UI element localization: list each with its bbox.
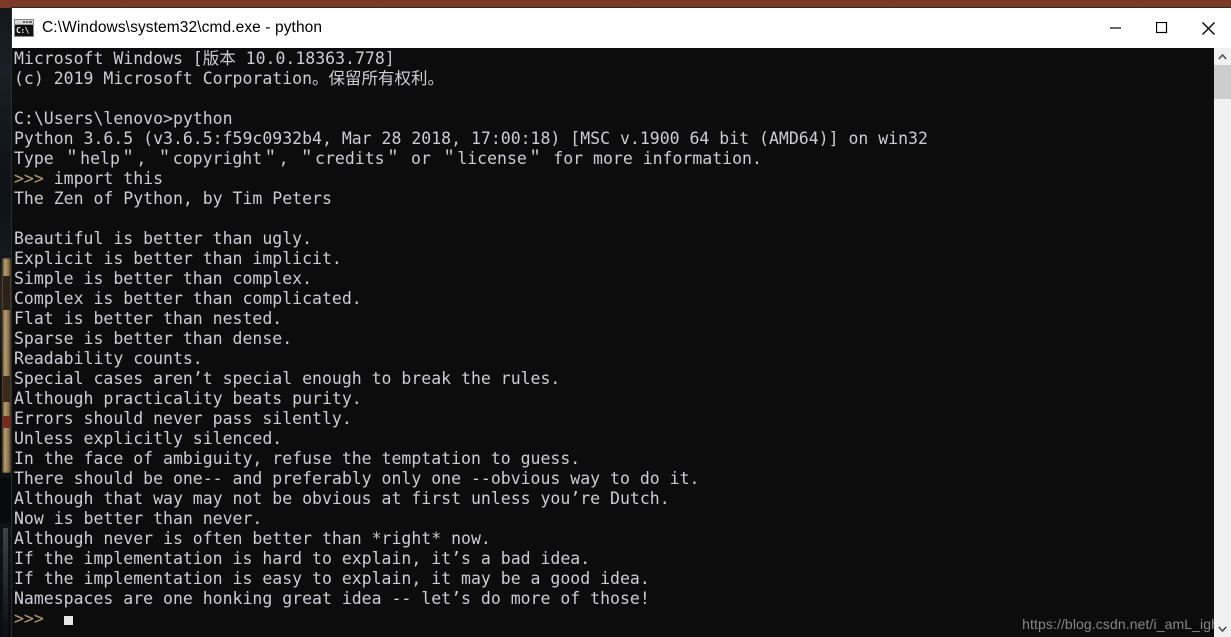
wallpaper-sliver: [0, 8, 12, 637]
console-line: Now is better than never.: [14, 509, 263, 528]
console-line: Simple is better than complex.: [14, 269, 313, 288]
console-line: Namespaces are one honking great idea --…: [14, 589, 650, 608]
console-line: Complex is better than complicated.: [14, 289, 362, 308]
console-line: Although that way may not be obvious at …: [14, 489, 670, 508]
console-line: Type ＂help＂, ＂copyright＂, ＂credits＂ or ＂…: [14, 149, 762, 168]
scroll-down-arrow[interactable]: [1214, 620, 1231, 637]
console-line: C:\Users\lenovo>python: [14, 109, 233, 128]
wallpaper-book-label-top: [3, 276, 10, 310]
console-line: Unless explicitly silenced.: [14, 429, 283, 448]
console-line: If the implementation is hard to explain…: [14, 549, 591, 568]
console-line: Python 3.6.5 (v3.6.5:f59c0932b4, Mar 28 …: [14, 129, 928, 148]
console-area[interactable]: Microsoft Windows [版本 10.0.18363.778] (c)…: [12, 48, 1231, 637]
console-line: Although practicality beats purity.: [14, 389, 362, 408]
wallpaper-dark-band: [0, 478, 12, 523]
wallpaper-book-spine: [2, 258, 11, 473]
console-line: In the face of ambiguity, refuse the tem…: [14, 449, 581, 468]
console-line: Microsoft Windows [版本 10.0.18363.778]: [14, 49, 395, 68]
close-button[interactable]: [1185, 8, 1231, 48]
block-cursor: [63, 616, 73, 625]
watermark-url: https://blog.csdn.net/i_amL_ight: [1022, 616, 1223, 632]
console-line: Readability counts.: [14, 349, 203, 368]
wallpaper-book-label-low: [3, 416, 10, 428]
console-line: Beautiful is better than ugly.: [14, 229, 313, 248]
cmd-icon-screen-text: C:\: [15, 25, 33, 36]
title-bar[interactable]: C:\ C:\Windows\system32\cmd.exe - python: [12, 8, 1231, 48]
console-line: Explicit is better than implicit.: [14, 249, 342, 268]
console-line: >>> import this: [14, 169, 164, 188]
console-line: If the implementation is easy to explain…: [14, 569, 650, 588]
console-line: Sparse is better than dense.: [14, 329, 293, 348]
console-line: Although never is often better than *rig…: [14, 529, 491, 548]
console-line: Errors should never pass silently.: [14, 409, 352, 428]
prompt-symbol: >>>: [14, 169, 54, 188]
scroll-track[interactable]: [1214, 65, 1231, 620]
wallpaper-streak: [3, 528, 8, 637]
wallpaper-book-label-mid: [3, 376, 10, 402]
console-scrollbar[interactable]: [1214, 48, 1231, 637]
scroll-thumb[interactable]: [1214, 65, 1231, 99]
maximize-button[interactable]: [1139, 8, 1185, 48]
scroll-up-arrow[interactable]: [1214, 48, 1231, 65]
cmd-window: C:\ C:\Windows\system32\cmd.exe - python…: [12, 8, 1231, 637]
cmd-console-icon: C:\: [14, 19, 34, 37]
console-line: (c) 2019 Microsoft Corporation。保留所有权利。: [14, 69, 445, 88]
window-title: C:\Windows\system32\cmd.exe - python: [42, 19, 323, 36]
console-line: There should be one-- and preferably onl…: [14, 469, 700, 488]
console-line: The Zen of Python, by Tim Peters: [14, 189, 332, 208]
prompt-symbol: >>>: [14, 609, 54, 628]
console-output[interactable]: Microsoft Windows [版本 10.0.18363.778] (c)…: [12, 48, 1214, 637]
minimize-button[interactable]: [1093, 8, 1139, 48]
cmd-icon-buttons: [23, 21, 32, 23]
console-line: Special cases aren’t special enough to b…: [14, 369, 561, 388]
console-line: Flat is better than nested.: [14, 309, 283, 328]
